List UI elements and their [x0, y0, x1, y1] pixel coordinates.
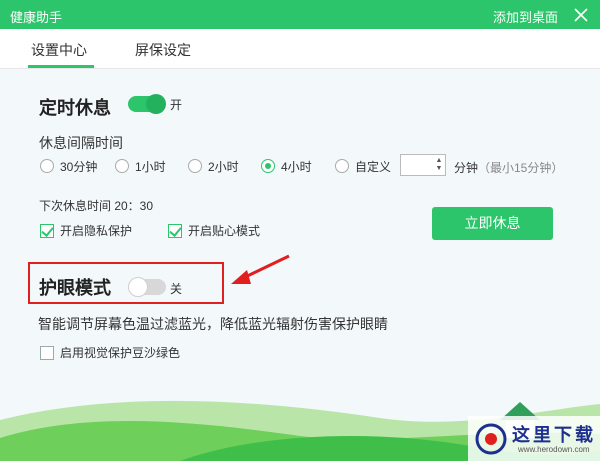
tab-bar: 设置中心 屏保设定 — [0, 29, 600, 69]
radio-circle — [261, 159, 275, 173]
radio-4hour[interactable]: 4小时 — [261, 158, 312, 174]
add-to-desktop-link[interactable]: 添加到桌面 — [493, 7, 558, 26]
radio-custom[interactable]: 自定义 — [335, 158, 391, 174]
eye-mode-title: 护眼模式 — [39, 278, 111, 298]
watermark-text: 这里下载 — [512, 425, 596, 446]
interval-label: 休息间隔时间 — [39, 135, 123, 151]
tab-screensaver[interactable]: 屏保设定 — [135, 40, 191, 60]
timed-rest-toggle[interactable] — [128, 94, 166, 114]
timed-rest-title: 定时休息 — [39, 98, 111, 118]
radio-label: 自定义 — [355, 159, 392, 174]
radio-label: 2小时 — [208, 159, 239, 174]
toggle-knob — [128, 277, 148, 297]
app-title: 健康助手 — [10, 10, 63, 25]
checkbox-label: 开启隐私保护 — [60, 224, 133, 238]
custom-minutes-stepper[interactable]: ▲ ▼ — [400, 154, 446, 176]
privacy-checkbox[interactable]: 开启隐私保护 — [40, 222, 132, 239]
radio-circle — [335, 159, 349, 173]
tab-settings-center[interactable]: 设置中心 — [31, 40, 87, 60]
checkbox-box — [40, 345, 54, 360]
custom-unit: 分钟 — [454, 161, 479, 175]
next-rest-time: 下次休息时间 20：30 — [39, 199, 154, 213]
radio-30min[interactable]: 30分钟 — [40, 158, 97, 174]
caring-mode-checkbox[interactable]: 开启贴心模式 — [168, 222, 260, 239]
watermark-url: www.herodown.com — [518, 445, 590, 454]
eye-mode-description: 智能调节屏幕色温过滤蓝光，降低蓝光辐射伤害保护眼睛 — [38, 316, 388, 332]
eye-mode-toggle[interactable] — [128, 277, 166, 297]
radio-circle — [40, 159, 54, 173]
checkbox-label: 启用视觉保护豆沙绿色 — [60, 346, 181, 360]
checkbox-box — [40, 223, 54, 238]
stepper-arrows-icon[interactable]: ▲ ▼ — [435, 157, 443, 173]
eye-mode-toggle-state: 关 — [170, 282, 183, 296]
title-bar: 健康助手 添加到桌面 — [0, 0, 600, 29]
radio-circle — [115, 159, 129, 173]
radio-label: 1小时 — [135, 159, 166, 174]
radio-label: 30分钟 — [60, 159, 98, 174]
active-tab-indicator — [28, 65, 94, 68]
toggle-knob — [146, 94, 166, 114]
timed-rest-toggle-state: 开 — [170, 98, 183, 112]
custom-hint: （最小15分钟） — [478, 161, 564, 175]
close-icon[interactable] — [570, 4, 592, 26]
checkbox-box — [168, 223, 182, 238]
checkbox-label: 开启贴心模式 — [188, 224, 261, 238]
watermark-logo-icon — [475, 423, 507, 455]
rest-now-button[interactable]: 立即休息 — [432, 207, 553, 240]
radio-label: 4小时 — [281, 159, 312, 174]
radio-1hour[interactable]: 1小时 — [115, 158, 166, 174]
bean-green-checkbox[interactable]: 启用视觉保护豆沙绿色 — [40, 344, 180, 361]
radio-circle — [188, 159, 202, 173]
red-arrow-icon — [231, 254, 290, 284]
radio-2hour[interactable]: 2小时 — [188, 158, 239, 174]
